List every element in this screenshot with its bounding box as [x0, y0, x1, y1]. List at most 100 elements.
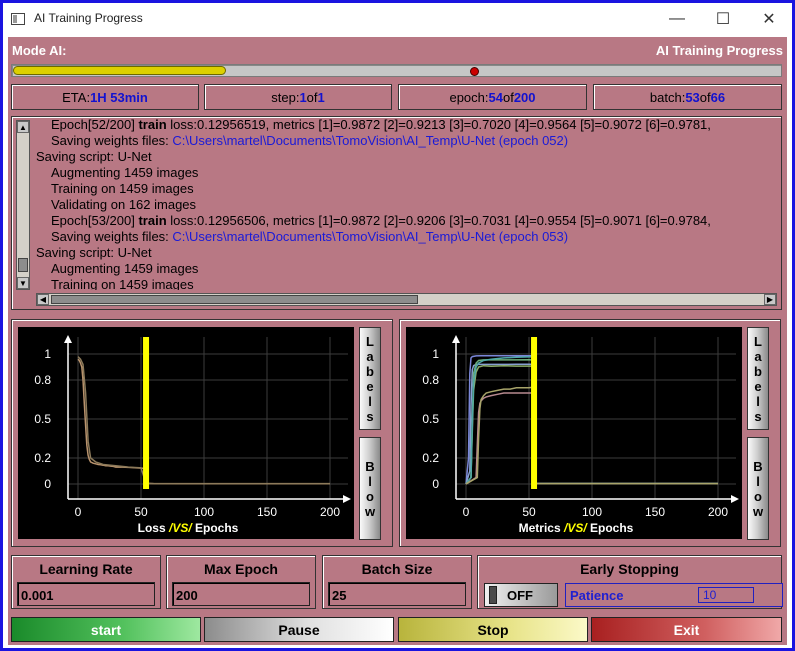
epoch-total: 200 [513, 89, 536, 105]
early-stopping-toggle[interactable]: OFF [484, 583, 558, 607]
batch-size-group: Batch Size 25 [322, 555, 472, 609]
scroll-right-icon[interactable]: ▶ [764, 294, 776, 305]
exit-button[interactable]: Exit [591, 617, 782, 642]
scroll-down-icon[interactable]: ▼ [17, 277, 29, 289]
training-log: ▲ ▼ Epoch[52/200] train loss:0.12956519,… [11, 116, 782, 310]
y-tick-label: 1 [432, 347, 439, 361]
toggle-state: OFF [507, 587, 533, 603]
log-vertical-scrollbar[interactable]: ▲ ▼ [16, 120, 30, 290]
metrics-chart: 0 50 100 150 200 0 0.2 0.5 0.8 1 Metrics /VS/ Epoc… [406, 327, 742, 539]
batch-value: 53 [685, 89, 700, 105]
eta-box: ETA: 1H 53min [11, 84, 199, 110]
chart-title-part: Epochs [195, 521, 239, 535]
log-line: Training on 1459 images [36, 277, 781, 290]
loss-blow-button[interactable]: Blow [359, 437, 381, 540]
patience-input[interactable]: 10 [698, 587, 754, 603]
scroll-left-icon[interactable]: ◀ [37, 294, 49, 305]
learning-rate-label: Learning Rate [39, 561, 133, 577]
epoch-of: of [502, 89, 514, 105]
log-text: Epoch[52/200] train loss:0.12956519, met… [36, 117, 781, 290]
y-tick-label: 0.5 [34, 412, 51, 426]
chart-title-part: /VS/ [561, 521, 590, 535]
y-tick-label: 0 [432, 477, 439, 491]
loss-panel: 0 50 100 150 200 0 0.2 0.5 0.8 1 Loss /VS/ Epochs … [11, 319, 393, 547]
metrics-chart-svg: 0 50 100 150 200 0 0.2 0.5 0.8 1 Metrics /VS/ Epoc… [422, 335, 739, 535]
batch-box: batch: 53 of 66 [593, 84, 782, 110]
batch-label: batch: [649, 89, 686, 105]
training-progress-bar [11, 64, 782, 77]
log-text-segment: loss:0.12956506, metrics [1]=0.9872 [2]=… [166, 213, 711, 228]
window-title: AI Training Progress [34, 11, 143, 25]
step-label: step: [271, 89, 300, 105]
early-stopping-label: Early Stopping [580, 561, 679, 577]
stop-button[interactable]: Stop [398, 617, 588, 642]
learning-rate-group: Learning Rate 0.001 [11, 555, 161, 609]
metrics-panel: 0 50 100 150 200 0 0.2 0.5 0.8 1 Metrics /VS/ Epoc… [399, 319, 781, 547]
patience-label: Patience [570, 588, 624, 603]
toggle-knob [489, 586, 497, 604]
max-epoch-input[interactable]: 200 [172, 582, 310, 606]
log-text-segment: Augmenting 1459 images [51, 261, 199, 276]
chart-title: Metrics /VS/ Epochs [519, 521, 634, 535]
y-tick-label: 0.8 [34, 373, 51, 387]
y-tick-label: 1 [44, 347, 51, 361]
start-button[interactable]: start [11, 617, 201, 642]
batch-of: of [699, 89, 711, 105]
title-bar: AI Training Progress — ☐ ✕ [3, 3, 792, 35]
log-horizontal-scrollbar[interactable]: ◀ ▶ [36, 293, 777, 306]
y-tick-label: 0.2 [34, 451, 51, 465]
header-title: AI Training Progress [655, 43, 783, 58]
log-text-segment: Validating on 162 images [51, 197, 197, 212]
app-icon [11, 13, 25, 25]
minimize-button[interactable]: — [654, 3, 700, 35]
log-line: Training on 1459 images [36, 181, 781, 197]
step-total: 1 [317, 89, 325, 105]
y-axis-arrow [64, 335, 72, 343]
x-tick-label: 200 [320, 505, 340, 519]
client-area: Mode AI: AI Training Progress ETA: 1H 53… [8, 37, 787, 645]
horizontal-scroll-thumb[interactable] [51, 295, 418, 304]
log-text-segment: Augmenting 1459 images [51, 165, 199, 180]
eta-value: 1H 53min [90, 89, 148, 105]
close-button[interactable]: ✕ [746, 3, 792, 35]
log-text-segment: Saving script: U-Net [36, 149, 152, 164]
metrics-labels-button[interactable]: Labels [747, 327, 769, 430]
early-stopping-group: Early Stopping OFF Patience 10 [477, 555, 783, 609]
vertical-scroll-thumb[interactable] [18, 258, 28, 272]
current-epoch-marker [143, 337, 150, 489]
step-of: of [306, 89, 318, 105]
metrics-blow-button[interactable]: Blow [747, 437, 769, 540]
maximize-button[interactable]: ☐ [700, 3, 746, 35]
log-link[interactable]: C:\Users\martel\Documents\TomoVision\AI_… [172, 229, 568, 244]
epoch-value: 54 [488, 89, 503, 105]
x-axis-arrow [731, 495, 739, 503]
learning-rate-input[interactable]: 0.001 [17, 582, 155, 606]
epoch-box: epoch: 54 of 200 [398, 84, 587, 110]
scroll-up-icon[interactable]: ▲ [17, 121, 29, 133]
log-text-segment: train [138, 213, 167, 228]
chart-title-part: Epochs [590, 521, 634, 535]
log-link[interactable]: C:\Users\martel\Documents\TomoVision\AI_… [172, 133, 568, 148]
log-text-segment: Epoch[52/200] [51, 117, 139, 132]
x-tick-label: 200 [708, 505, 728, 519]
x-tick-label: 150 [645, 505, 665, 519]
log-line: Validating on 162 images [36, 197, 781, 213]
log-text-segment: Saving script: U-Net [36, 245, 152, 260]
chart-title-part: Metrics [519, 521, 561, 535]
pause-button[interactable]: Pause [204, 617, 394, 642]
x-tick-label: 50 [134, 505, 148, 519]
batch-size-input[interactable]: 25 [328, 582, 466, 606]
step-value: 1 [299, 89, 307, 105]
batch-total: 66 [710, 89, 726, 105]
log-text-segment: Epoch[53/200] [51, 213, 139, 228]
log-line: Augmenting 1459 images [36, 165, 781, 181]
progress-fill [13, 66, 226, 75]
log-text-segment: Training on 1459 images [51, 277, 194, 290]
y-tick-label: 0 [44, 477, 51, 491]
loss-chart: 0 50 100 150 200 0 0.2 0.5 0.8 1 Loss /VS/ Epochs [18, 327, 354, 539]
log-line: Saving weights files: C:\Users\martel\Do… [36, 133, 781, 149]
batch-size-label: Batch Size [361, 561, 433, 577]
loss-labels-button[interactable]: Labels [359, 327, 381, 430]
log-text-segment: loss:0.12956519, metrics [1]=0.9872 [2]=… [166, 117, 711, 132]
x-tick-label: 100 [194, 505, 214, 519]
